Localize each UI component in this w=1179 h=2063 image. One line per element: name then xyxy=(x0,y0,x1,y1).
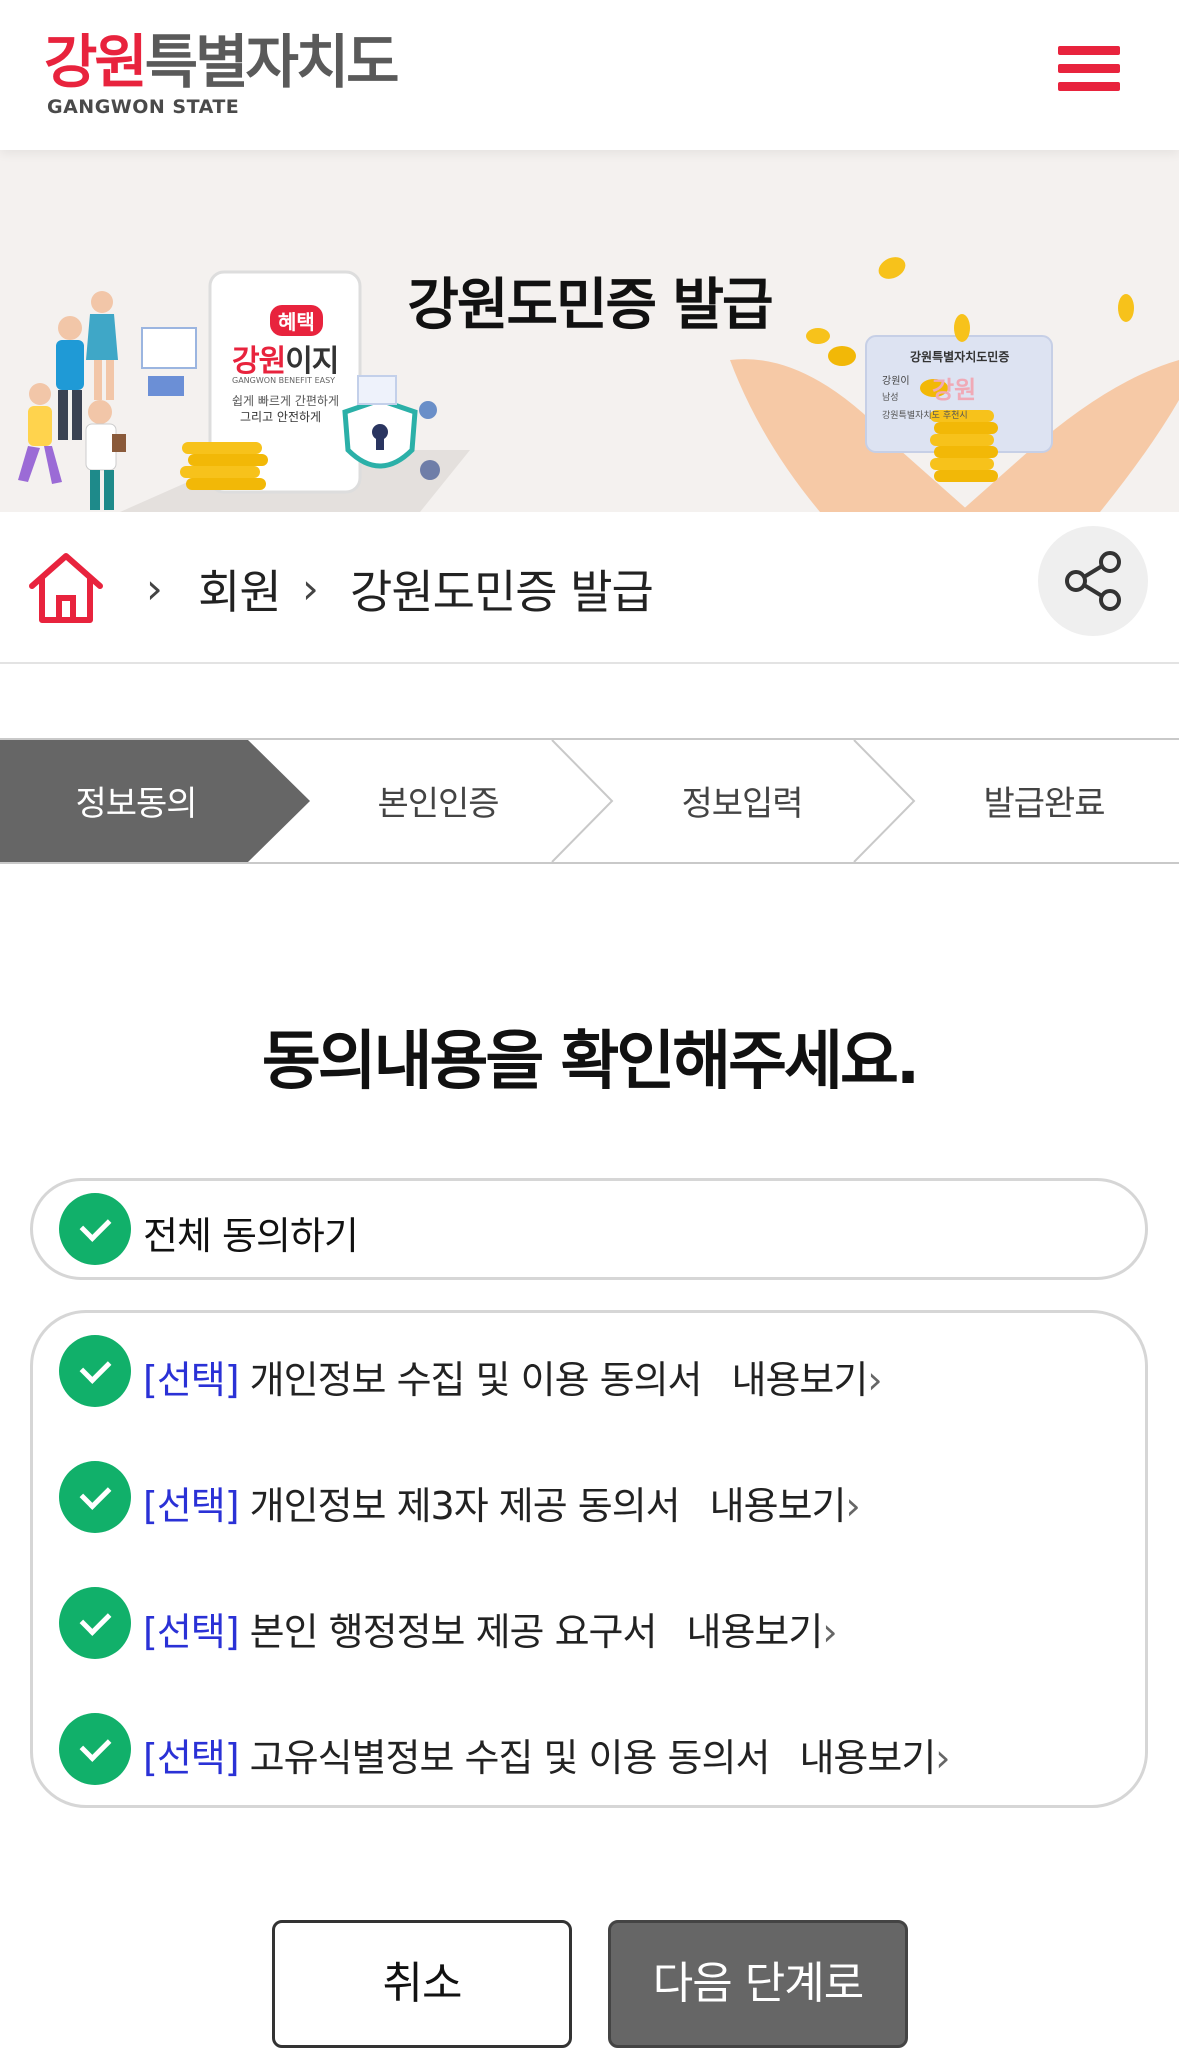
optional-tag: [선택] xyxy=(143,1484,240,1528)
logo-wordmark: 강원특별자치도 xyxy=(44,28,400,96)
check-circle-icon[interactable] xyxy=(59,1335,131,1407)
hamburger-menu-icon[interactable] xyxy=(1058,46,1120,100)
breadcrumb: › 회원 › 강원도민증 발급 xyxy=(0,512,1179,664)
logo-subtitle: GANGWON STATE xyxy=(47,96,240,118)
card-title: 강원특별자치도민증 xyxy=(910,350,1010,364)
chevron-right-icon: › xyxy=(302,564,319,613)
chevron-right-icon: › xyxy=(935,1736,950,1780)
view-details-link[interactable]: 내용보기› xyxy=(710,1484,861,1528)
share-icon xyxy=(1065,551,1121,611)
step-indicator: 정보동의 본인인증 정보입력 발급완료 xyxy=(0,738,1179,864)
home-icon[interactable] xyxy=(26,548,106,628)
cancel-button[interactable]: 취소 xyxy=(272,1920,572,2048)
agreement-title: 고유식별정보 수집 및 이용 동의서 xyxy=(249,1736,771,1780)
card-logo: 강원 xyxy=(932,376,977,404)
chevron-right-icon: › xyxy=(822,1610,837,1654)
step-consent: 정보동의 xyxy=(75,784,197,824)
agree-all-label: 전체 동의하기 xyxy=(143,1214,359,1258)
chevron-right-icon: › xyxy=(867,1358,882,1402)
agree-all-toggle[interactable]: 전체 동의하기 xyxy=(30,1178,1148,1280)
view-details-link[interactable]: 내용보기› xyxy=(732,1358,883,1402)
view-details-link[interactable]: 내용보기› xyxy=(686,1610,837,1654)
page-banner: 혜택 강원이지 GANGWON BENEFIT EASY 쉽게 빠르게 간편하게… xyxy=(0,150,1179,512)
check-circle-icon[interactable] xyxy=(59,1461,131,1533)
page-title: 동의내용을 확인해주세요. xyxy=(261,1025,920,1099)
check-circle-icon[interactable] xyxy=(59,1713,131,1785)
app-slogan-1: 쉽게 빠르게 간편하게 xyxy=(232,394,339,408)
banner-title: 강원도민증 발급 xyxy=(407,273,773,338)
app-slogan-2: 그리고 안전하게 xyxy=(240,410,322,424)
agreement-item-third-party: [선택] 개인정보 제3자 제공 동의서 내용보기› xyxy=(33,1457,1145,1537)
chevron-right-icon: › xyxy=(146,564,163,613)
card-footer: 강원특별자치도 후천시 xyxy=(882,411,968,421)
agreement-item-unique-id: [선택] 고유식별정보 수집 및 이용 동의서 내용보기› xyxy=(33,1709,1145,1789)
breadcrumb-item-current[interactable]: 강원도민증 발급 xyxy=(350,556,654,622)
agreement-title: 개인정보 제3자 제공 동의서 xyxy=(249,1484,681,1528)
card-name: 강원이 xyxy=(882,376,910,387)
optional-tag: [선택] xyxy=(143,1736,240,1780)
card-gender: 남성 xyxy=(882,393,899,403)
agreement-list: [선택] 개인정보 수집 및 이용 동의서 내용보기› [선택] 개인정보 제3자… xyxy=(30,1310,1148,1808)
share-button[interactable] xyxy=(1038,526,1148,636)
check-circle-icon[interactable] xyxy=(59,1193,131,1265)
app-name: 강원이지 xyxy=(232,344,339,379)
view-details-link[interactable]: 내용보기› xyxy=(799,1736,950,1780)
step-verification: 본인인증 xyxy=(377,784,499,824)
breadcrumb-item-member[interactable]: 회원 xyxy=(198,556,282,622)
chevron-right-icon: › xyxy=(845,1484,861,1528)
optional-tag: [선택] xyxy=(143,1358,240,1402)
agreement-title: 본인 행정정보 제공 요구서 xyxy=(249,1610,658,1654)
check-circle-icon[interactable] xyxy=(59,1587,131,1659)
next-step-button[interactable]: 다음 단계로 xyxy=(608,1920,908,2048)
agreement-title: 개인정보 수집 및 이용 동의서 xyxy=(249,1358,703,1402)
optional-tag: [선택] xyxy=(143,1610,240,1654)
step-complete: 발급완료 xyxy=(983,784,1105,824)
gangwon-logo[interactable]: 강원특별자치도 GANGWON STATE xyxy=(44,28,400,118)
agreement-item-admin-info: [선택] 본인 행정정보 제공 요구서 내용보기› xyxy=(33,1583,1145,1663)
app-subtitle: GANGWON BENEFIT EASY xyxy=(232,376,336,385)
site-header: 강원특별자치도 GANGWON STATE xyxy=(0,0,1179,150)
step-info-input: 정보입력 xyxy=(681,784,803,824)
agreement-item-privacy-collection: [선택] 개인정보 수집 및 이용 동의서 내용보기› xyxy=(33,1331,1145,1411)
